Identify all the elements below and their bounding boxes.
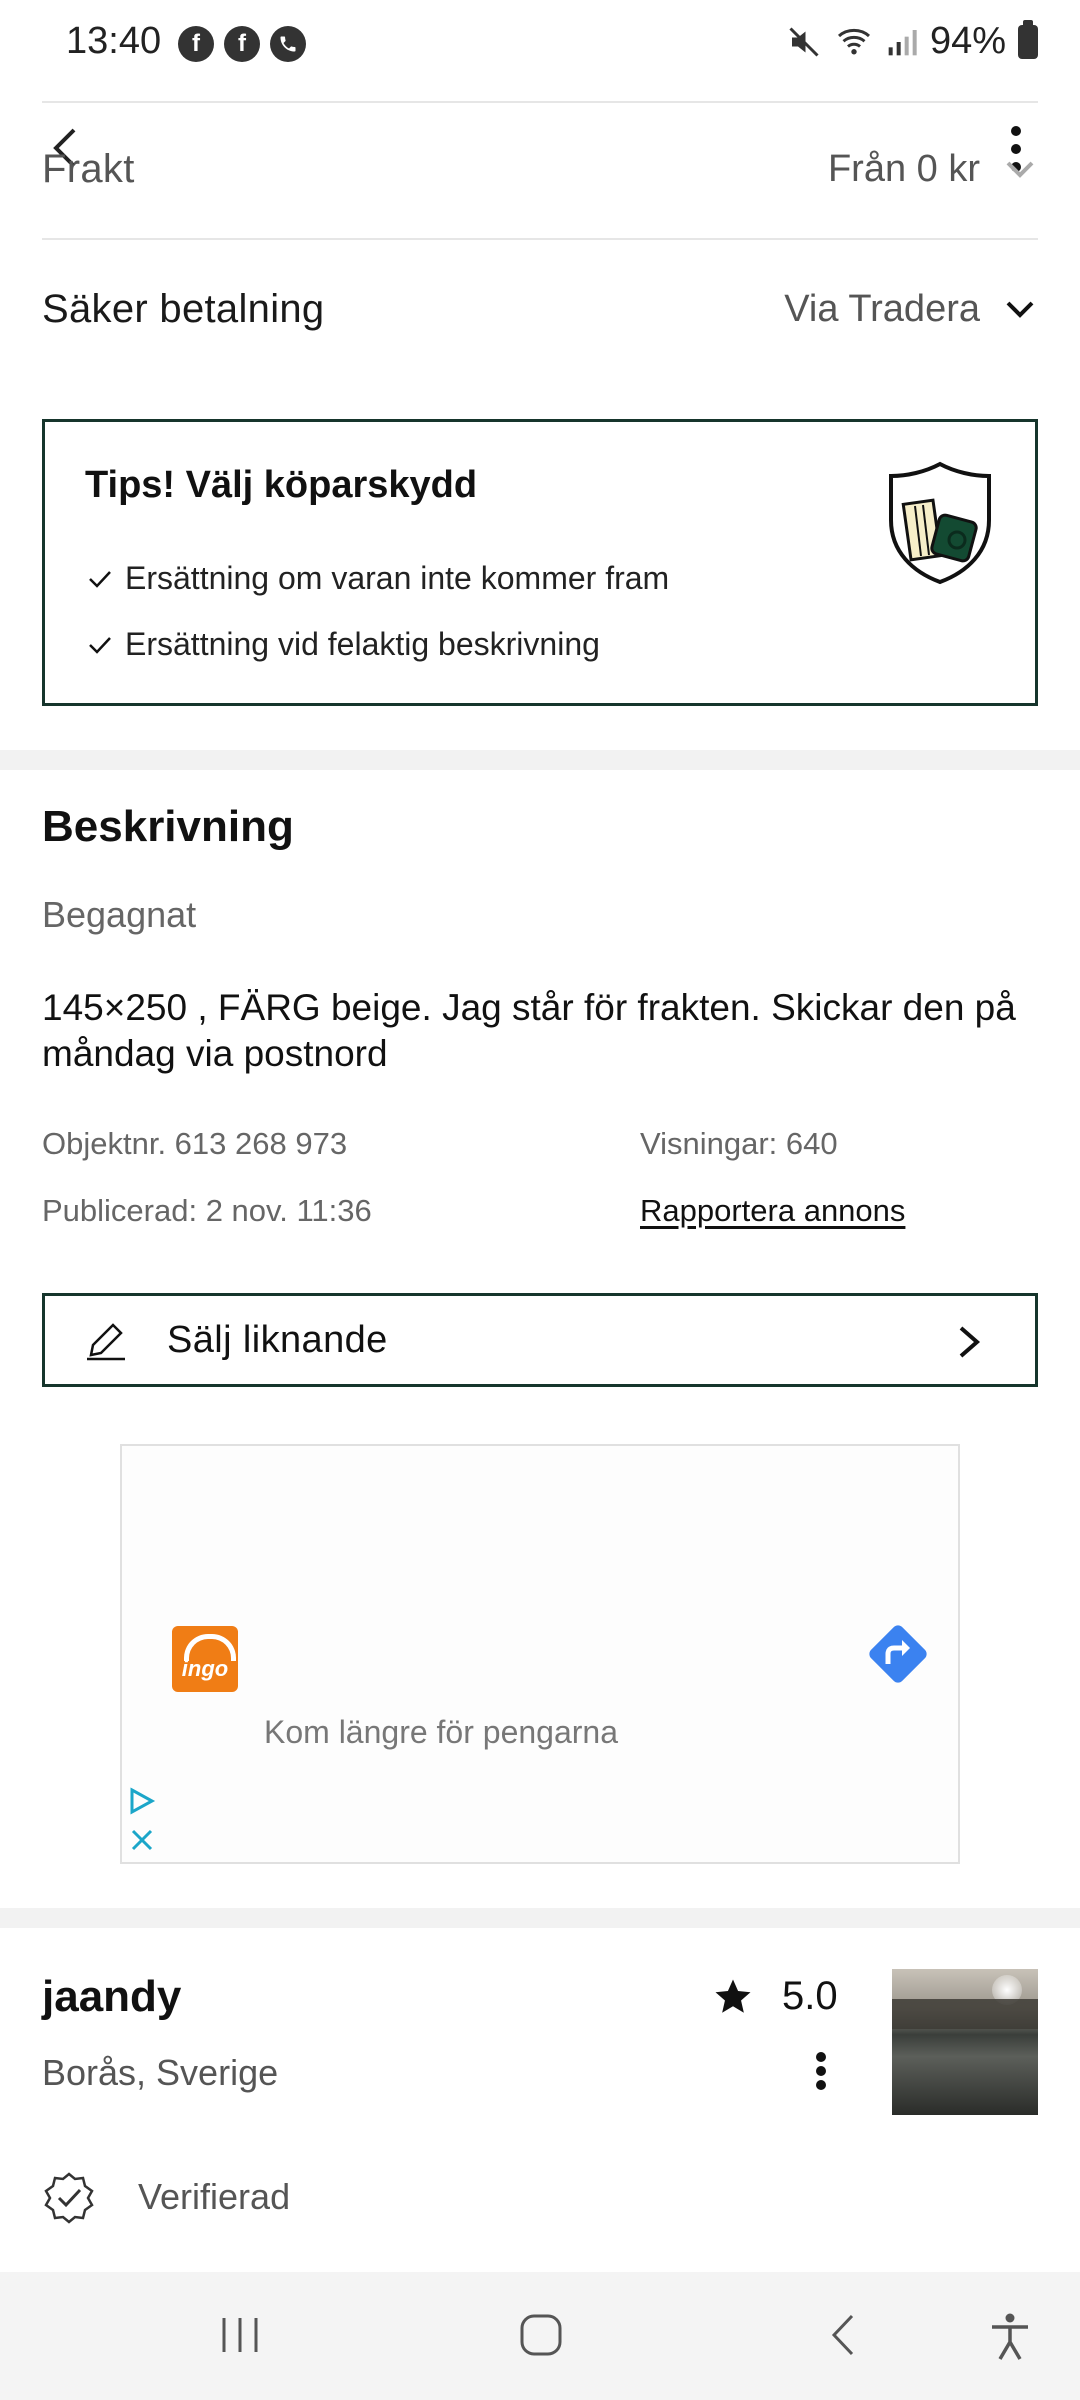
check-icon	[89, 570, 111, 588]
chevron-down-icon	[1006, 301, 1034, 318]
shipping-row[interactable]: Frakt Från 0 kr	[42, 136, 1038, 202]
verified-badge: Verifierad	[42, 2170, 290, 2224]
shipping-value: Från 0 kr	[827, 147, 980, 190]
chevron-right-icon	[959, 1326, 981, 1358]
star-icon	[715, 1979, 751, 2013]
verified-check-icon	[44, 2172, 94, 2224]
status-bar: 13:40 f f 94%	[0, 0, 1080, 90]
description-text: 145×250 , FÄRG beige. Jag står för frakt…	[42, 987, 1016, 1074]
section-separator	[0, 750, 1080, 770]
more-vertical-icon	[1011, 126, 1021, 136]
ad-choices-icon[interactable]	[126, 1786, 156, 1816]
tip-item: Ersättning vid felaktig beskrivning	[87, 626, 600, 663]
accessibility-button[interactable]	[988, 2312, 1032, 2367]
tip-title: Tips! Välj köparskydd	[85, 464, 478, 506]
tip-item-text: Ersättning vid felaktig beskrivning	[125, 626, 600, 662]
signal-icon	[888, 29, 917, 55]
more-vertical-icon	[816, 2052, 826, 2062]
more-vertical-icon-dot	[816, 2066, 826, 2076]
divider	[42, 101, 1038, 103]
home-icon	[520, 2314, 562, 2356]
description-heading: Beskrivning	[42, 802, 294, 851]
view-count: Visningar: 640	[640, 1126, 838, 1161]
mute-icon	[789, 26, 819, 57]
notification-icons: f f	[178, 26, 306, 62]
home-button[interactable]	[518, 2312, 564, 2363]
facebook-icon: f	[178, 26, 214, 62]
payment-label: Säker betalning	[42, 286, 325, 331]
phone-icon	[270, 26, 306, 62]
ad-brand-logo: ingo	[172, 1626, 238, 1692]
verified-label: Verifierad	[138, 2176, 291, 2217]
sell-similar-button[interactable]: Sälj liknande	[42, 1293, 1038, 1387]
directions-icon[interactable]	[862, 1618, 934, 1690]
rating-value: 5.0	[782, 1974, 838, 2018]
payment-value: Via Tradera	[784, 287, 980, 330]
tip-item-text: Ersättning om varan inte kommer fram	[125, 560, 670, 596]
avatar-trees	[892, 1999, 1038, 2029]
back-nav-button[interactable]	[826, 2312, 862, 2363]
back-icon	[831, 2314, 854, 2356]
shield-icon	[889, 461, 991, 585]
battery-icon	[1018, 19, 1038, 59]
accessibility-icon	[992, 2313, 1028, 2360]
advertisement[interactable]: ingo Kom längre för pengarna	[120, 1444, 960, 1864]
seller-rating: 5.0	[712, 1974, 838, 2019]
pencil-icon	[87, 1323, 125, 1361]
shipping-label: Frakt	[42, 146, 135, 191]
section-separator	[0, 1908, 1080, 1928]
buyer-protection-tip: Tips! Välj köparskydd Ersättning om vara…	[42, 419, 1038, 706]
check-icon	[89, 636, 111, 654]
wifi-icon	[837, 28, 870, 54]
ad-text: Kom längre för pengarna	[264, 1714, 618, 1750]
more-vertical-icon-dot	[816, 2080, 826, 2090]
tip-item: Ersättning om varan inte kommer fram	[87, 560, 669, 597]
divider	[42, 238, 1038, 240]
battery-percent: 94%	[929, 20, 1006, 62]
seller-more-button[interactable]	[806, 2046, 836, 2096]
payment-row[interactable]: Säker betalning Via Tradera	[42, 276, 1038, 342]
system-navigation-bar	[0, 2272, 1080, 2400]
chevron-down-icon	[1006, 161, 1034, 178]
report-listing-link[interactable]: Rapportera annons	[640, 1193, 905, 1229]
status-time: 13:40	[66, 20, 162, 62]
sell-similar-label: Sälj liknande	[167, 1318, 388, 1361]
object-number: Objektnr. 613 268 973	[42, 1126, 348, 1161]
seller-location: Borås, Sverige	[42, 2052, 279, 2093]
recents-icon	[222, 2318, 258, 2352]
published-date: Publicerad: 2 nov. 11:36	[42, 1193, 372, 1228]
item-condition: Begagnat	[42, 894, 197, 935]
status-indicators: 94%	[786, 19, 1038, 63]
recents-button[interactable]	[218, 2312, 262, 2363]
seller-name[interactable]: jaandy	[42, 1972, 181, 2022]
close-icon[interactable]	[128, 1826, 156, 1854]
seller-avatar[interactable]	[892, 1969, 1038, 2115]
facebook-icon: f	[224, 26, 260, 62]
